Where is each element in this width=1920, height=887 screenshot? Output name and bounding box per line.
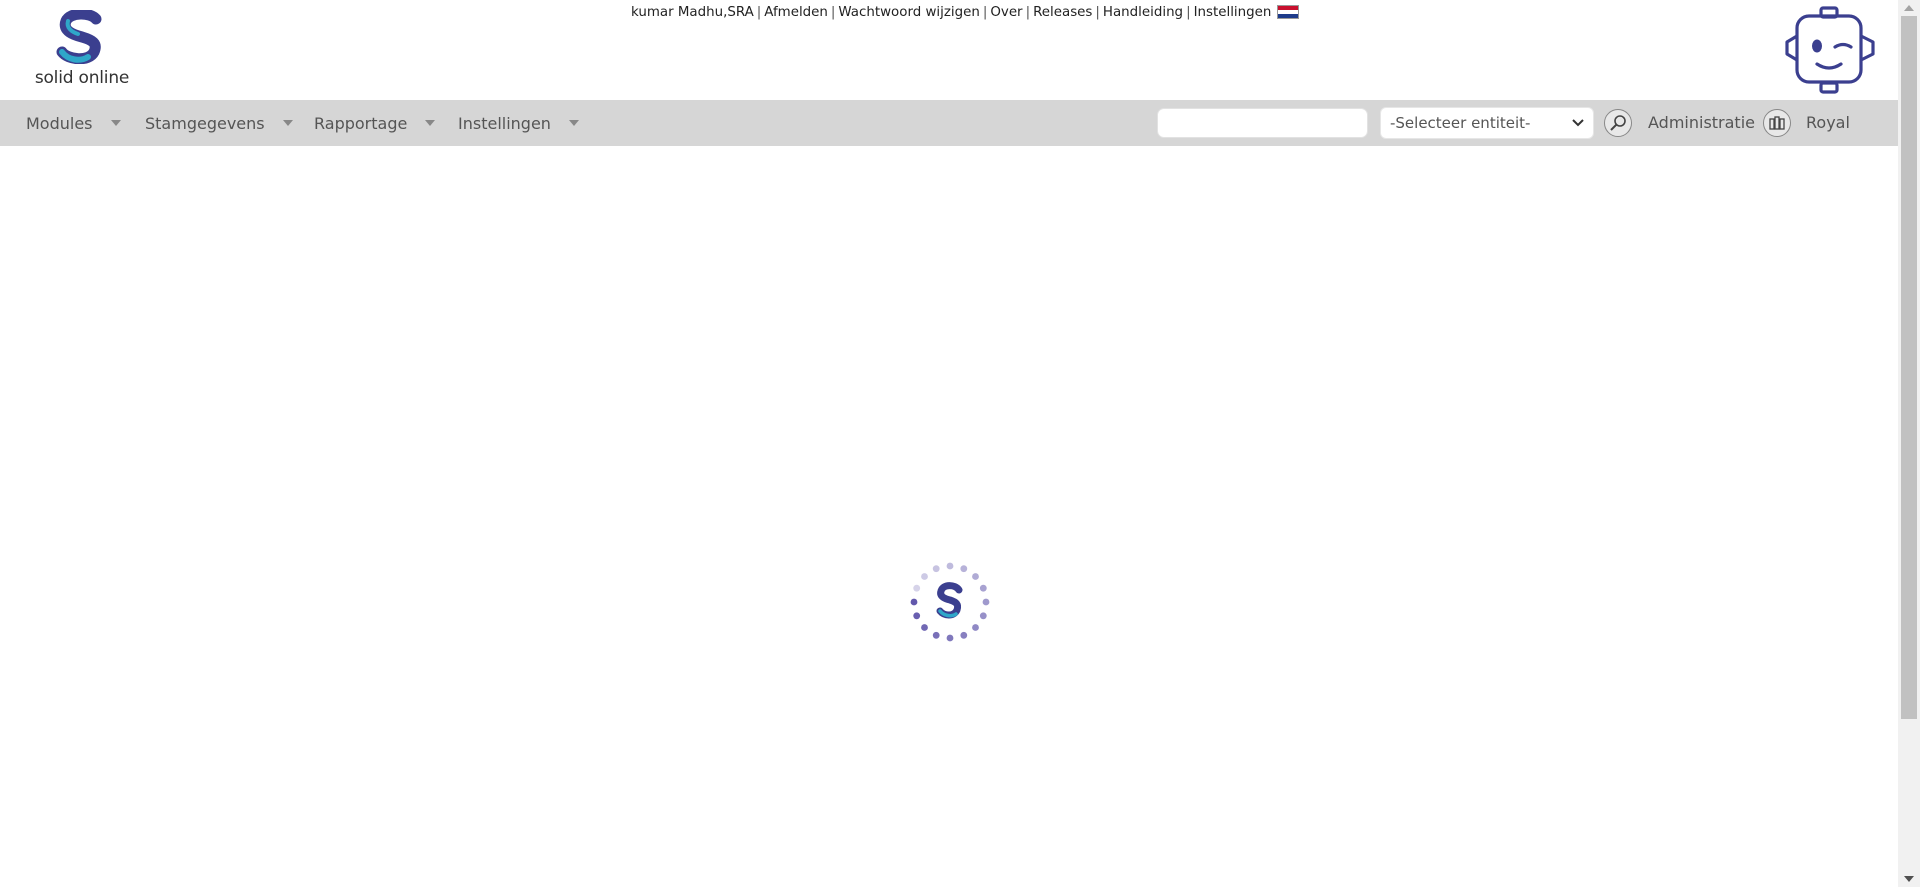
- solid-logo-icon: [56, 10, 102, 64]
- administration-label[interactable]: Administratie: [1648, 100, 1755, 146]
- entity-select[interactable]: -Selecteer entiteit-: [1380, 107, 1594, 139]
- spinner-dot: [946, 634, 954, 642]
- spinner-dot: [921, 624, 928, 631]
- spinner-dot: [979, 584, 987, 592]
- caret-down-icon: [110, 120, 121, 126]
- vertical-scrollbar[interactable]: [1898, 0, 1920, 887]
- solid-online-logo[interactable]: solid online: [34, 10, 130, 90]
- caret-down-icon: [425, 120, 436, 126]
- menu-modules-label: Modules: [26, 113, 93, 133]
- spinner-dot: [972, 573, 979, 580]
- menu-instellingen[interactable]: Instellingen: [458, 100, 579, 146]
- menu-rapportage[interactable]: Rapportage: [314, 100, 436, 146]
- spinner-dot: [960, 565, 968, 573]
- entity-select-value: -Selecteer entiteit-: [1390, 114, 1531, 132]
- separator: |: [1025, 4, 1031, 20]
- menu-instellingen-label: Instellingen: [458, 113, 551, 133]
- separator: |: [756, 4, 762, 20]
- separator: |: [982, 4, 988, 20]
- spinner-dot: [946, 562, 954, 570]
- settings-link[interactable]: Instellingen: [1194, 5, 1272, 20]
- spinner-dot: [932, 565, 940, 573]
- search-button[interactable]: [1604, 109, 1632, 137]
- spinner-dot: [913, 584, 921, 592]
- menu-rapportage-label: Rapportage: [314, 113, 408, 133]
- scrollbar-thumb[interactable]: [1901, 16, 1917, 719]
- spinner-dot: [972, 624, 979, 631]
- caret-down-icon: [568, 120, 579, 126]
- separator: |: [830, 4, 836, 20]
- loading-spinner-icon: [908, 560, 992, 644]
- logout-link[interactable]: Afmelden: [764, 5, 828, 20]
- building-icon: [1769, 116, 1785, 130]
- current-user: kumar Madhu,SRA: [631, 4, 754, 20]
- chevron-down-icon: [1572, 119, 1584, 127]
- robot-assistant-icon[interactable]: [1783, 6, 1879, 94]
- app-header: solid online kumar Madhu,SRA | Afmelden …: [0, 0, 1898, 100]
- caret-down-icon: [282, 120, 293, 126]
- scroll-up-icon[interactable]: [1904, 5, 1914, 11]
- company-label[interactable]: Royal: [1806, 100, 1850, 146]
- spinner-dot: [913, 612, 921, 620]
- about-link[interactable]: Over: [990, 5, 1022, 20]
- company-button[interactable]: [1763, 109, 1791, 137]
- spinner-dot: [960, 631, 968, 639]
- global-search-input[interactable]: [1157, 108, 1368, 138]
- spinner-dot: [982, 598, 990, 606]
- releases-link[interactable]: Releases: [1033, 5, 1092, 20]
- search-icon: [1610, 115, 1626, 131]
- flag-nl-icon[interactable]: [1277, 5, 1300, 19]
- separator: |: [1095, 4, 1100, 20]
- user-links-bar: kumar Madhu,SRA | Afmelden | Wachtwoord …: [631, 2, 1300, 22]
- scroll-down-icon[interactable]: [1904, 876, 1914, 882]
- spinner-dot: [910, 598, 918, 606]
- separator: |: [1186, 4, 1191, 20]
- manual-link[interactable]: Handleiding: [1103, 5, 1183, 20]
- main-nav-bar: Modules Stamgegevens Rapportage Instelli…: [0, 100, 1898, 146]
- menu-stamgegevens[interactable]: Stamgegevens: [145, 100, 293, 146]
- menu-stamgegevens-label: Stamgegevens: [145, 113, 265, 133]
- spinner-dot: [932, 631, 940, 639]
- change-password-link[interactable]: Wachtwoord wijzigen: [838, 5, 979, 20]
- brand-name: solid online: [34, 68, 130, 88]
- spinner-dot: [979, 612, 987, 620]
- spinner-dot: [921, 573, 928, 580]
- menu-modules[interactable]: Modules: [26, 100, 121, 146]
